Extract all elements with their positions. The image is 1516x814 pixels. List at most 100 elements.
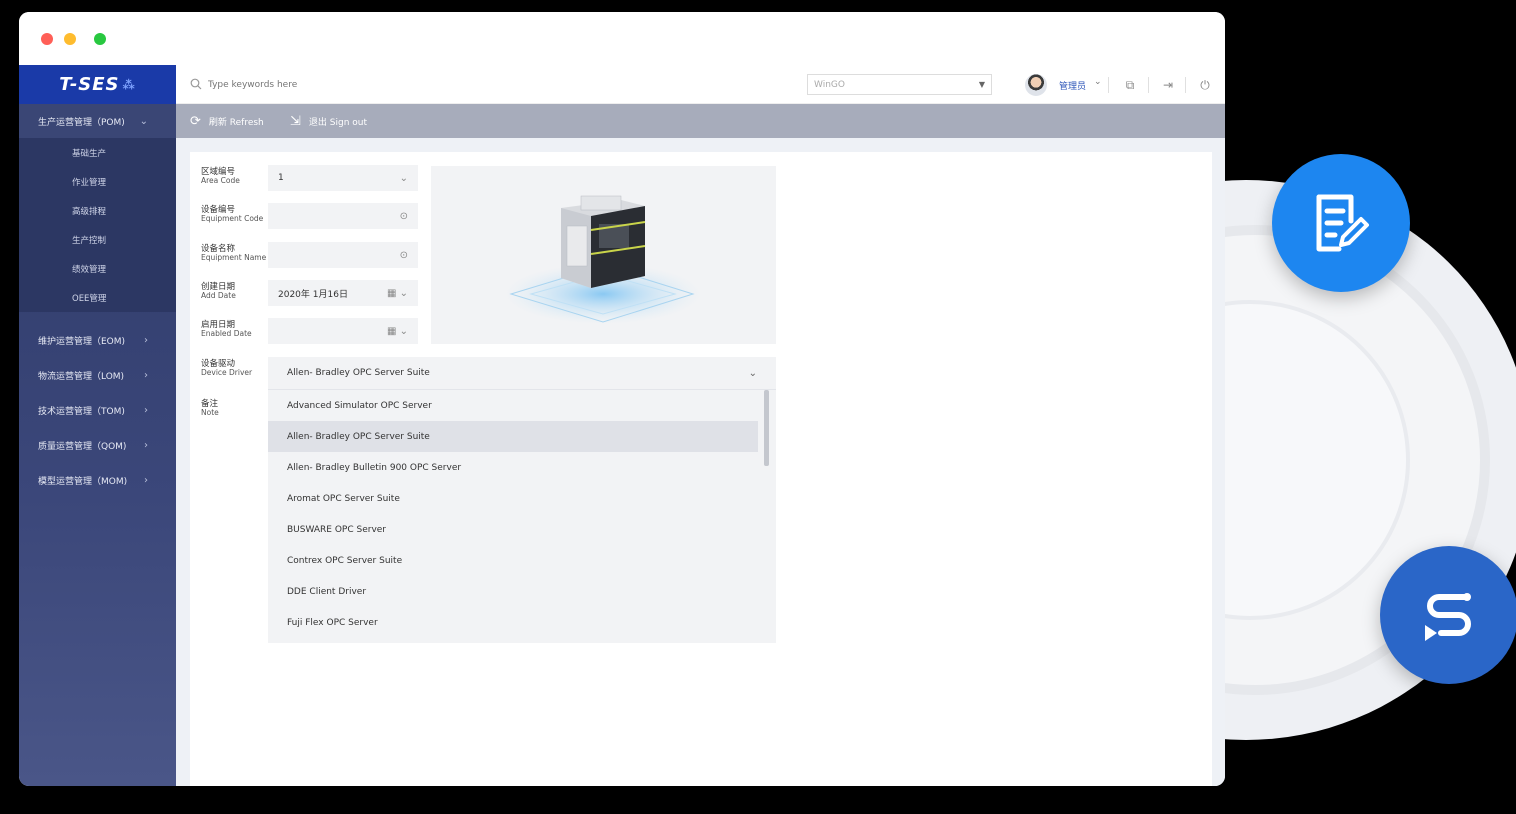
sidebar-item-label: 生产控制 bbox=[72, 235, 107, 246]
equipment-code-field[interactable]: ⊙ bbox=[268, 203, 418, 229]
sign-out-icon: ⇲ bbox=[290, 113, 301, 129]
add-date-picker[interactable]: 2020年 1月16日 ▦ ⌄ bbox=[268, 280, 418, 306]
logo-mark-icon: ⁂ bbox=[122, 77, 136, 92]
sidebar-group-label: 质量运营管理（QOM) bbox=[38, 441, 127, 452]
label-en: Add Date bbox=[201, 291, 236, 301]
window-restore-icon[interactable]: ⧉ bbox=[1122, 77, 1138, 93]
chevron-right-icon: › bbox=[144, 439, 148, 451]
sidebar-group-pom[interactable]: 生产运营管理（POM) ⌄ bbox=[19, 104, 176, 138]
device-driver-dropdown-list: Advanced Simulator OPC Server Allen- Bra… bbox=[268, 390, 776, 643]
label-en: Equipment Code bbox=[201, 214, 264, 224]
chevron-right-icon: › bbox=[144, 404, 148, 416]
app-logo[interactable]: T-SES ⁂ bbox=[19, 65, 176, 104]
brand-s-badge bbox=[1380, 546, 1516, 684]
divider bbox=[1148, 77, 1149, 93]
calendar-icon[interactable]: ▦ ⌄ bbox=[387, 288, 408, 299]
equipment-machine-illustration bbox=[505, 195, 701, 324]
sidebar-group-label: 物流运营管理（LOM) bbox=[38, 371, 125, 382]
more-options-icon[interactable]: ⊙ bbox=[400, 250, 408, 261]
app-window: T-SES ⁂ 生产运营管理（POM) ⌄ 基础生产 作业管理 高级排程 生产控制… bbox=[19, 12, 1225, 786]
sign-out-button[interactable]: ⇲ 退出 Sign out bbox=[290, 104, 367, 138]
label-en: Equipment Name bbox=[201, 253, 267, 263]
equipment-name-field[interactable]: ⊙ bbox=[268, 242, 418, 268]
toolbar: ⟳ 刷新 Refresh ⇲ 退出 Sign out bbox=[176, 104, 1225, 138]
sidebar-group-label: 生产运营管理（POM) bbox=[38, 117, 125, 128]
device-driver-select[interactable]: Allen- Bradley OPC Server Suite ⌄ bbox=[268, 357, 776, 390]
sidebar-item-label: 基础生产 bbox=[72, 148, 107, 159]
label-en: Area Code bbox=[201, 176, 240, 186]
power-icon[interactable]: ⏻ bbox=[1197, 77, 1213, 93]
equipment-image bbox=[431, 166, 776, 344]
area-code-label: 区域编号 Area Code bbox=[201, 167, 240, 186]
sidebar-item-oee[interactable]: OEE管理 bbox=[19, 283, 176, 312]
brand-s-icon bbox=[1425, 593, 1471, 641]
chevron-down-icon: ⌄ bbox=[399, 172, 408, 184]
search-input[interactable] bbox=[208, 76, 408, 94]
window-titlebar bbox=[19, 12, 1225, 65]
sidebar-item-job-management[interactable]: 作业管理 bbox=[19, 167, 176, 196]
document-edit-badge bbox=[1272, 154, 1410, 292]
dropdown-option[interactable]: DDE Client Driver bbox=[268, 576, 758, 607]
search-icon bbox=[190, 78, 202, 90]
document-edit-icon bbox=[1316, 194, 1369, 252]
label-en: Device Driver bbox=[201, 368, 253, 378]
dropdown-option[interactable]: Aromat OPC Server Suite bbox=[268, 483, 758, 514]
sidebar-item-production-control[interactable]: 生产控制 bbox=[19, 225, 176, 254]
sidebar-group-tom[interactable]: 技术运营管理（TOM) › bbox=[19, 393, 176, 427]
sidebar-item-performance[interactable]: 绩效管理 bbox=[19, 254, 176, 283]
chevron-down-icon: ⌄ bbox=[139, 115, 148, 127]
dropdown-option[interactable]: Advanced Simulator OPC Server bbox=[268, 390, 758, 421]
dropdown-option[interactable]: BUSWARE OPC Server bbox=[268, 514, 758, 545]
chevron-right-icon: › bbox=[144, 369, 148, 381]
window-close-button[interactable] bbox=[41, 33, 53, 45]
chevron-down-icon[interactable]: ⌄ bbox=[1094, 77, 1102, 87]
label-en: Enabled Date bbox=[201, 329, 252, 339]
window-maximize-button[interactable] bbox=[94, 33, 106, 45]
sidebar-item-label: 作业管理 bbox=[72, 177, 107, 188]
user-name[interactable]: 管理员 bbox=[1059, 79, 1086, 92]
sidebar-item-advanced-scheduling[interactable]: 高级排程 bbox=[19, 196, 176, 225]
equipment-name-label: 设备名称 Equipment Name bbox=[201, 244, 267, 263]
dropdown-option[interactable]: Allen- Bradley Bulletin 900 OPC Server bbox=[268, 452, 758, 483]
window-minimize-button[interactable] bbox=[64, 33, 76, 45]
sidebar-item-basic-production[interactable]: 基础生产 bbox=[19, 138, 176, 167]
divider bbox=[1185, 77, 1186, 93]
sidebar-group-label: 技术运营管理（TOM) bbox=[38, 406, 125, 417]
dropdown-option[interactable]: Contrex OPC Server Suite bbox=[268, 545, 758, 576]
sidebar: T-SES ⁂ 生产运营管理（POM) ⌄ 基础生产 作业管理 高级排程 生产控制… bbox=[19, 65, 176, 786]
sidebar-group-qom[interactable]: 质量运营管理（QOM) › bbox=[19, 428, 176, 462]
sidebar-group-label: 维护运营管理（EOM) bbox=[38, 336, 126, 347]
enabled-date-picker[interactable]: ▦ ⌄ bbox=[268, 318, 418, 344]
device-driver-label: 设备驱动 Device Driver bbox=[201, 359, 253, 378]
add-date-value: 2020年 1月16日 bbox=[278, 289, 348, 300]
refresh-label: 刷新 Refresh bbox=[208, 117, 264, 128]
calendar-icon[interactable]: ▦ ⌄ bbox=[387, 326, 408, 337]
add-date-label: 创建日期 Add Date bbox=[201, 282, 236, 301]
refresh-button[interactable]: ⟳ 刷新 Refresh bbox=[190, 104, 264, 138]
area-code-value: 1 bbox=[278, 173, 284, 183]
dropdown-option[interactable]: Fuji Flex OPC Server bbox=[268, 607, 758, 638]
sidebar-group-label: 模型运营管理（MOM) bbox=[38, 476, 128, 487]
top-bar: WinGO ▼ 管理员 ⌄ ⧉ ⇥ ⏻ bbox=[176, 65, 1225, 104]
divider bbox=[1108, 77, 1109, 93]
dropdown-option-selected[interactable]: Allen- Bradley OPC Server Suite bbox=[268, 421, 758, 452]
sign-out-label: 退出 Sign out bbox=[308, 117, 367, 128]
site-select-value: WinGO bbox=[814, 79, 845, 90]
device-driver-value: Allen- Bradley OPC Server Suite bbox=[287, 368, 430, 378]
chevron-down-icon: ⌄ bbox=[748, 367, 757, 379]
enabled-date-label: 启用日期 Enabled Date bbox=[201, 320, 252, 339]
dropdown-scrollbar-thumb[interactable] bbox=[764, 390, 769, 466]
chevron-right-icon: › bbox=[144, 474, 148, 486]
area-code-select[interactable]: 1 ⌄ bbox=[268, 165, 418, 191]
more-options-icon[interactable]: ⊙ bbox=[400, 211, 408, 222]
stage: T-SES ⁂ 生产运营管理（POM) ⌄ 基础生产 作业管理 高级排程 生产控制… bbox=[0, 0, 1516, 814]
refresh-icon: ⟳ bbox=[190, 113, 201, 129]
equipment-code-label: 设备编号 Equipment Code bbox=[201, 205, 264, 224]
sidebar-group-eom[interactable]: 维护运营管理（EOM) › bbox=[19, 323, 176, 357]
sidebar-item-label: 高级排程 bbox=[72, 206, 107, 217]
sidebar-group-mom[interactable]: 模型运营管理（MOM) › bbox=[19, 463, 176, 497]
site-select[interactable]: WinGO ▼ bbox=[807, 74, 992, 95]
avatar[interactable] bbox=[1025, 74, 1047, 96]
logout-icon[interactable]: ⇥ bbox=[1160, 77, 1176, 93]
sidebar-group-lom[interactable]: 物流运营管理（LOM) › bbox=[19, 358, 176, 392]
